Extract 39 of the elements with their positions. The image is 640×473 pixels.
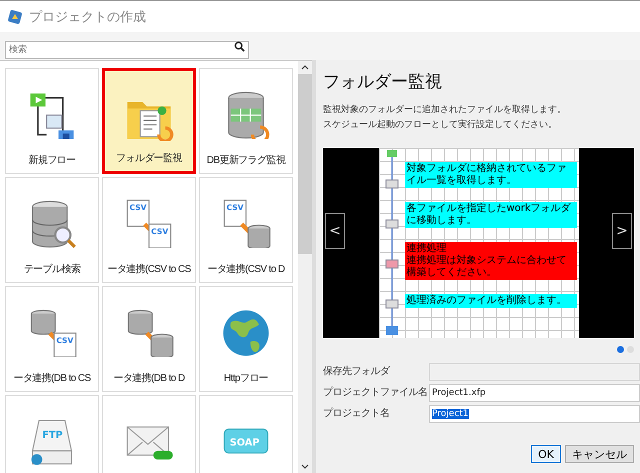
window-title: プロジェクトの作成	[29, 8, 146, 26]
scroll-up-icon[interactable]	[301, 65, 309, 70]
search-icon[interactable]	[234, 41, 245, 52]
template-tile[interactable]: テーブル検索	[5, 177, 99, 283]
tile-label: 新規フロー	[28, 154, 76, 167]
search-field[interactable]: 検索	[5, 41, 249, 59]
previous-button[interactable]: <	[325, 213, 345, 249]
flow-note: 対象フォルダに格納されているファイル一覧を取得します。	[404, 162, 576, 188]
text-field[interactable]: Project1.xfp	[429, 384, 640, 402]
template-tile[interactable]: DB更新フラグ監視	[199, 68, 293, 174]
flow-note: 処理済みのファイルを削除します。	[404, 294, 576, 308]
tile-label: ータ連携(CSV to D	[207, 262, 285, 276]
scroll-down-icon[interactable]	[301, 464, 309, 469]
field-label: 保存先フォルダ	[323, 364, 391, 379]
template-tile[interactable]: フォルダー監視	[102, 68, 196, 174]
template-tile[interactable]	[102, 395, 196, 473]
tile-label: フォルダー監視	[116, 152, 182, 165]
field-label: プロジェクトファイル名	[323, 386, 428, 400]
dialog-button[interactable]: OK	[531, 445, 561, 463]
app-icon	[7, 8, 23, 24]
tile-label: ータ連携(CSV to CS	[107, 262, 191, 276]
template-tile[interactable]: Httpフロー	[199, 286, 293, 392]
flow-note: 各ファイルを指定したworkフォルダに移動します。	[404, 202, 576, 228]
page-dot[interactable]	[617, 346, 624, 353]
tile-label: テーブル検索	[24, 262, 80, 276]
tile-label: Httpフロー	[224, 372, 268, 385]
text-field[interactable]: Project1	[429, 405, 640, 423]
tile-label: ータ連携(DB to D	[113, 372, 185, 385]
dialog-button[interactable]: キャンセル	[565, 445, 634, 463]
field-label: プロジェクト名	[323, 406, 390, 421]
flow-note: 連携処理 連携処理は対象システムに合わせて構築してください。	[404, 242, 576, 280]
template-tile[interactable]: 新規フロー	[5, 68, 99, 174]
template-tile[interactable]: ータ連携(DB to D	[102, 286, 196, 392]
template-description: 監視対象のフォルダーに追加されたファイルを取得します。 スケジュール起動のフローとして実行設定してください。	[323, 104, 567, 132]
tile-label: DB更新フラグ監視	[206, 154, 286, 167]
scrollbar[interactable]	[298, 61, 312, 473]
template-title: フォルダー監視	[323, 71, 443, 93]
next-button[interactable]: >	[612, 213, 632, 249]
tile-label: ータ連携(DB to CS	[13, 372, 91, 385]
